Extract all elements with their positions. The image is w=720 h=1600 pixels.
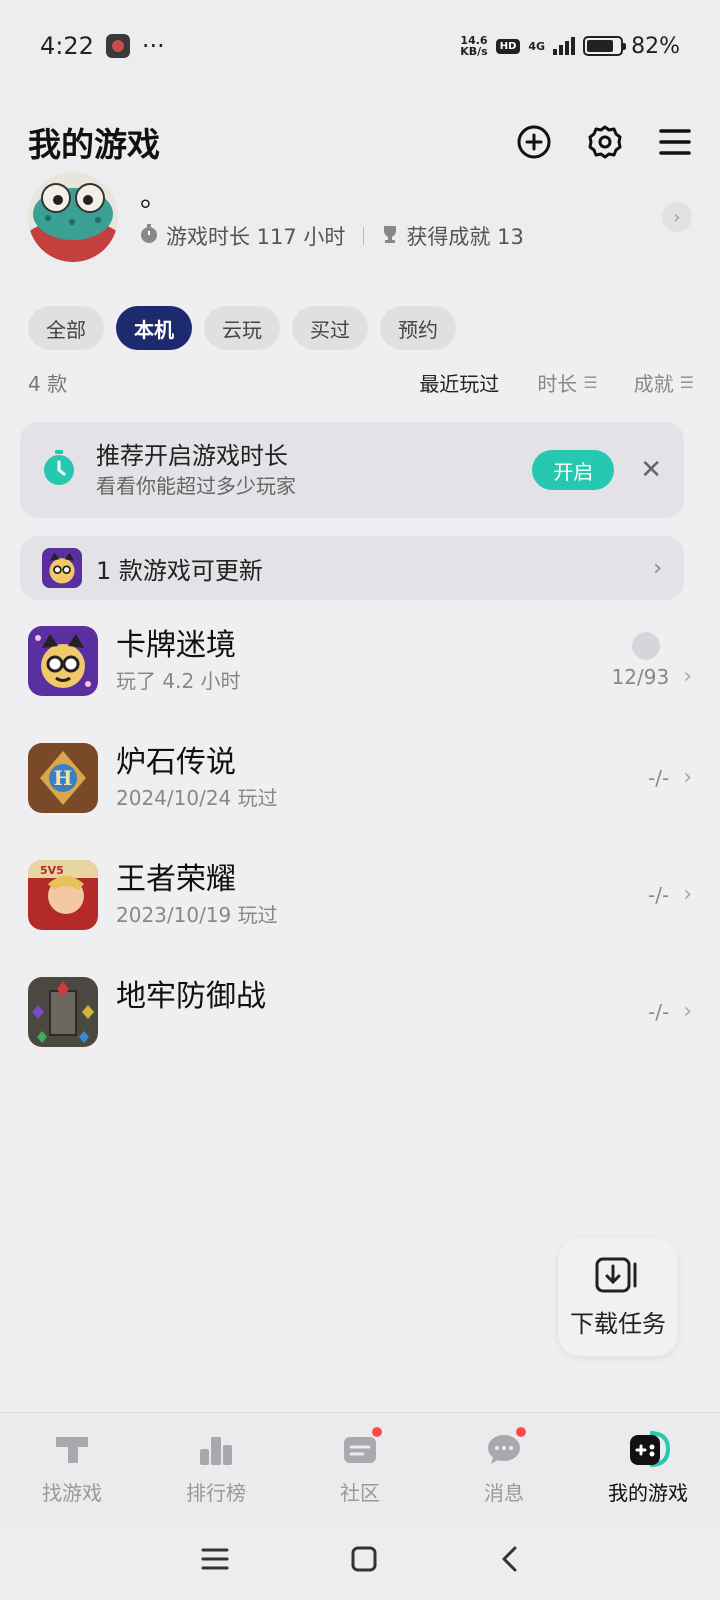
filter-tab-reserved[interactable]: 预约 xyxy=(380,306,456,350)
message-icon xyxy=(484,1425,528,1469)
nav-messages[interactable]: 消息 xyxy=(432,1413,576,1522)
trophy-icon xyxy=(382,224,398,248)
chevron-right-icon: › xyxy=(683,664,692,689)
status-time: 4:22 xyxy=(40,32,94,60)
gamepad-icon xyxy=(628,1429,671,1469)
list-item[interactable]: 卡牌迷境 玩了 4.2 小时 12/93 › xyxy=(0,602,720,719)
achievement-progress: -/- xyxy=(648,882,670,907)
home-icon[interactable] xyxy=(350,1545,378,1577)
recents-icon[interactable] xyxy=(201,1547,229,1575)
network-type: 4G xyxy=(528,39,546,53)
game-name: 卡牌迷境 xyxy=(116,627,236,663)
filter-tabs: 全部 本机 云玩 买过 预约 xyxy=(28,306,456,350)
battery-percent: 82% xyxy=(631,33,680,59)
filter-tab-cloud[interactable]: 云玩 xyxy=(204,306,280,350)
filter-tab-purchased[interactable]: 买过 xyxy=(292,306,368,350)
hd-icon: HD xyxy=(495,38,521,54)
net-speed: 14.6 KB/s xyxy=(460,34,488,58)
game-subtitle: 玩了 4.2 小时 xyxy=(116,668,241,693)
add-circle-icon[interactable] xyxy=(516,124,552,160)
chevron-right-icon: › xyxy=(683,999,692,1024)
card-game-cat-icon xyxy=(28,625,98,696)
nav-my-games[interactable]: 我的游戏 xyxy=(576,1413,720,1522)
community-icon xyxy=(340,1425,384,1469)
list-item[interactable]: 5V5 王者荣耀 2023/10/19 玩过 -/- › xyxy=(0,836,720,953)
update-text: 1 款游戏可更新 xyxy=(96,556,263,585)
list-item[interactable]: 地牢防御战 -/- › xyxy=(0,953,720,1070)
page-title: 我的游戏 xyxy=(28,125,160,164)
sort-achievement[interactable]: 成就 ☰ xyxy=(634,368,694,397)
achievement-progress: 12/93 xyxy=(611,664,670,689)
chevron-right-icon: › xyxy=(683,882,692,907)
game-name: 炉石传说 xyxy=(116,744,236,780)
sort-row: 4 款 最近玩过 时长 ☰ 成就 ☰ xyxy=(28,368,694,397)
dungeon-defense-icon xyxy=(28,976,98,1047)
sort-icon: ☰ xyxy=(583,373,597,392)
timer-icon xyxy=(42,449,76,491)
hearthstone-icon: H xyxy=(28,742,98,813)
signal-icon xyxy=(553,37,576,55)
banner-title: 推荐开启游戏时长 xyxy=(96,442,288,470)
menu-icon[interactable] xyxy=(658,127,692,157)
sort-icon: ☰ xyxy=(679,373,694,392)
game-list: 卡牌迷境 玩了 4.2 小时 12/93 › H 炉石传说 2024/10/24… xyxy=(0,602,720,1070)
download-icon xyxy=(595,1256,641,1298)
honor-of-kings-icon: 5V5 xyxy=(28,859,98,930)
nickname: 。 xyxy=(140,180,169,213)
filter-tab-all[interactable]: 全部 xyxy=(28,306,104,350)
svg-text:5V5: 5V5 xyxy=(40,864,64,877)
back-icon[interactable] xyxy=(499,1545,519,1577)
filter-tab-local[interactable]: 本机 xyxy=(116,306,192,350)
stopwatch-icon xyxy=(140,223,158,249)
game-count: 4 款 xyxy=(28,372,68,396)
recorder-app-icon xyxy=(105,34,130,58)
game-subtitle: 2023/10/19 玩过 xyxy=(116,902,278,927)
chevron-right-icon[interactable]: › xyxy=(662,202,692,232)
notification-dot xyxy=(370,1425,384,1439)
notification-dot xyxy=(514,1425,528,1439)
game-subtitle: 2024/10/24 玩过 xyxy=(116,785,278,810)
gear-icon[interactable] xyxy=(586,123,624,161)
achievement-badge-icon xyxy=(632,632,660,660)
game-name: 地牢防御战 xyxy=(116,978,266,1014)
status-bar: 4:22 ··· 14.6 KB/s HD 4G 82% xyxy=(0,0,720,92)
achievement-progress: -/- xyxy=(648,765,670,790)
sort-duration[interactable]: 时长 ☰ xyxy=(537,368,597,397)
close-icon[interactable]: ✕ xyxy=(640,455,662,485)
chevron-right-icon: › xyxy=(653,555,662,581)
list-item[interactable]: H 炉石传说 2024/10/24 玩过 -/- › xyxy=(0,719,720,836)
download-label: 下载任务 xyxy=(570,1309,666,1338)
update-row[interactable]: 1 款游戏可更新 › xyxy=(20,536,684,600)
svg-text:H: H xyxy=(54,766,73,790)
enable-button[interactable]: 开启 xyxy=(532,450,615,490)
banner-subtitle: 看看你能超过多少玩家 xyxy=(96,474,296,498)
nav-rankings[interactable]: 排行榜 xyxy=(144,1413,288,1522)
divider xyxy=(363,227,365,245)
achievement-text: 获得成就 13 xyxy=(406,225,524,249)
system-nav-bar xyxy=(0,1522,720,1600)
game-name: 王者荣耀 xyxy=(116,861,236,897)
nav-find-games[interactable]: 找游戏 xyxy=(0,1413,144,1522)
sort-recent[interactable]: 最近玩过 xyxy=(419,368,499,397)
game-subtitle xyxy=(116,1017,692,1047)
taptap-icon xyxy=(52,1429,92,1469)
bottom-nav: 找游戏 排行榜 社区 消息 我的游戏 xyxy=(0,1412,720,1522)
playtime-text: 游戏时长 117 小时 xyxy=(166,225,346,249)
achievement-progress: -/- xyxy=(648,999,670,1024)
profile-card[interactable]: 。 游戏时长 117 小时 获得成就 13 › xyxy=(0,162,720,272)
chevron-right-icon: › xyxy=(683,765,692,790)
ranking-icon xyxy=(196,1429,236,1469)
nav-community[interactable]: 社区 xyxy=(288,1413,432,1522)
avatar[interactable] xyxy=(28,172,118,262)
playtime-banner: 推荐开启游戏时长 看看你能超过多少玩家 开启 ✕ xyxy=(20,422,684,518)
battery-icon xyxy=(583,36,627,56)
status-more-dots: ··· xyxy=(141,32,165,60)
card-game-cat-icon xyxy=(42,548,82,588)
download-tasks-button[interactable]: 下载任务 xyxy=(558,1238,678,1356)
